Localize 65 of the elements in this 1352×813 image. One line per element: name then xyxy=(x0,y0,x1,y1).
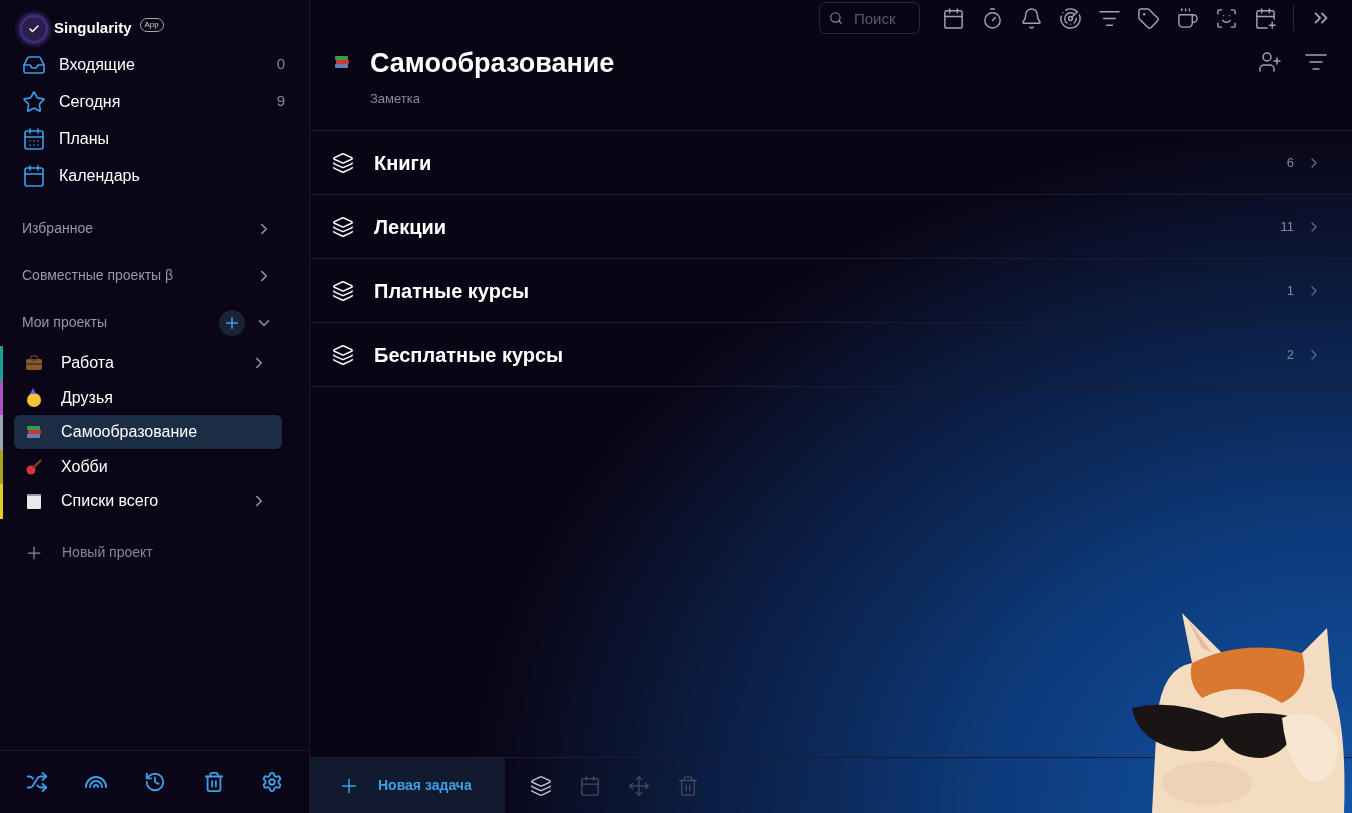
new-project-button[interactable]: Новый проект xyxy=(0,532,309,573)
nav-count: 9 xyxy=(276,91,285,112)
project-name: Списки всего xyxy=(61,491,160,512)
project-item[interactable]: Самообразование xyxy=(14,415,282,450)
app-name: Singularity xyxy=(54,18,132,39)
group-name: Лекции xyxy=(374,214,448,240)
guitar-icon xyxy=(24,456,44,477)
layers-icon xyxy=(332,151,354,174)
nav-item[interactable]: Сегодня 9 xyxy=(0,83,309,120)
add-user-icon[interactable] xyxy=(1258,50,1282,74)
trash-icon[interactable] xyxy=(202,771,225,793)
cup-icon[interactable] xyxy=(1176,6,1199,30)
group-count: 6 xyxy=(1286,153,1294,172)
page-title: Самообразование xyxy=(370,47,616,80)
section-header[interactable]: Избранное xyxy=(0,205,309,252)
group-count: 1 xyxy=(1286,281,1294,300)
nav-label: Календарь xyxy=(59,165,141,186)
calendar-plus-icon[interactable] xyxy=(1254,6,1277,30)
add-project-button[interactable] xyxy=(219,309,245,336)
project-item[interactable]: Друзья xyxy=(14,380,282,415)
tag-icon[interactable] xyxy=(1137,6,1160,30)
page-subtitle: Заметка xyxy=(370,90,421,108)
nav-label: Планы xyxy=(59,128,111,149)
group-name: Платные курсы xyxy=(374,278,531,304)
group-count: 11 xyxy=(1280,217,1294,236)
project-item[interactable]: Хобби xyxy=(14,449,282,484)
radar-icon[interactable] xyxy=(1059,6,1082,30)
history-icon[interactable] xyxy=(144,771,167,793)
layers-icon xyxy=(332,279,354,302)
search-icon xyxy=(829,11,843,25)
section-header[interactable]: Совместные проекты β xyxy=(0,252,309,299)
group-row[interactable]: Бесплатные курсы 2 xyxy=(310,323,1352,387)
nav-item[interactable]: Входящие 0 xyxy=(0,46,309,83)
focus-icon[interactable] xyxy=(1215,6,1238,30)
project-name: Работа xyxy=(61,353,115,374)
project-item[interactable]: Списки всего xyxy=(14,484,282,519)
group-count: 2 xyxy=(1286,345,1294,364)
nav-count: 0 xyxy=(276,54,285,75)
project-name: Друзья xyxy=(61,387,114,408)
layers-icon[interactable] xyxy=(530,774,552,797)
search-field[interactable]: Поиск xyxy=(819,2,920,34)
nav-item[interactable]: Планы xyxy=(0,120,309,157)
nav-label: Входящие xyxy=(59,54,136,75)
logo-icon xyxy=(22,16,46,41)
notepad-icon xyxy=(24,491,44,512)
group-name: Книги xyxy=(374,150,433,176)
bell-icon[interactable] xyxy=(1020,6,1043,30)
nav-item[interactable]: Календарь xyxy=(0,157,309,194)
new-task-button[interactable]: Новая задача xyxy=(310,758,505,813)
group-row[interactable]: Лекции 11 xyxy=(310,195,1352,259)
group-row[interactable]: Книги 6 xyxy=(310,131,1352,195)
shuffle-icon[interactable] xyxy=(26,771,49,793)
layers-icon xyxy=(332,343,354,366)
project-name: Хобби xyxy=(61,456,109,477)
party-hat-icon xyxy=(24,387,44,408)
group-name: Бесплатные курсы xyxy=(374,342,565,368)
project-item[interactable]: Работа xyxy=(14,346,282,381)
layers-icon xyxy=(332,215,354,238)
group-row[interactable]: Платные курсы 1 xyxy=(310,259,1352,323)
settings-icon[interactable] xyxy=(260,771,283,793)
stopwatch-icon[interactable] xyxy=(981,6,1004,30)
nav-label: Сегодня xyxy=(59,91,122,112)
project-name: Самообразование xyxy=(61,422,199,443)
section-title: Мои проекты xyxy=(22,313,108,332)
star-icon xyxy=(22,89,46,114)
